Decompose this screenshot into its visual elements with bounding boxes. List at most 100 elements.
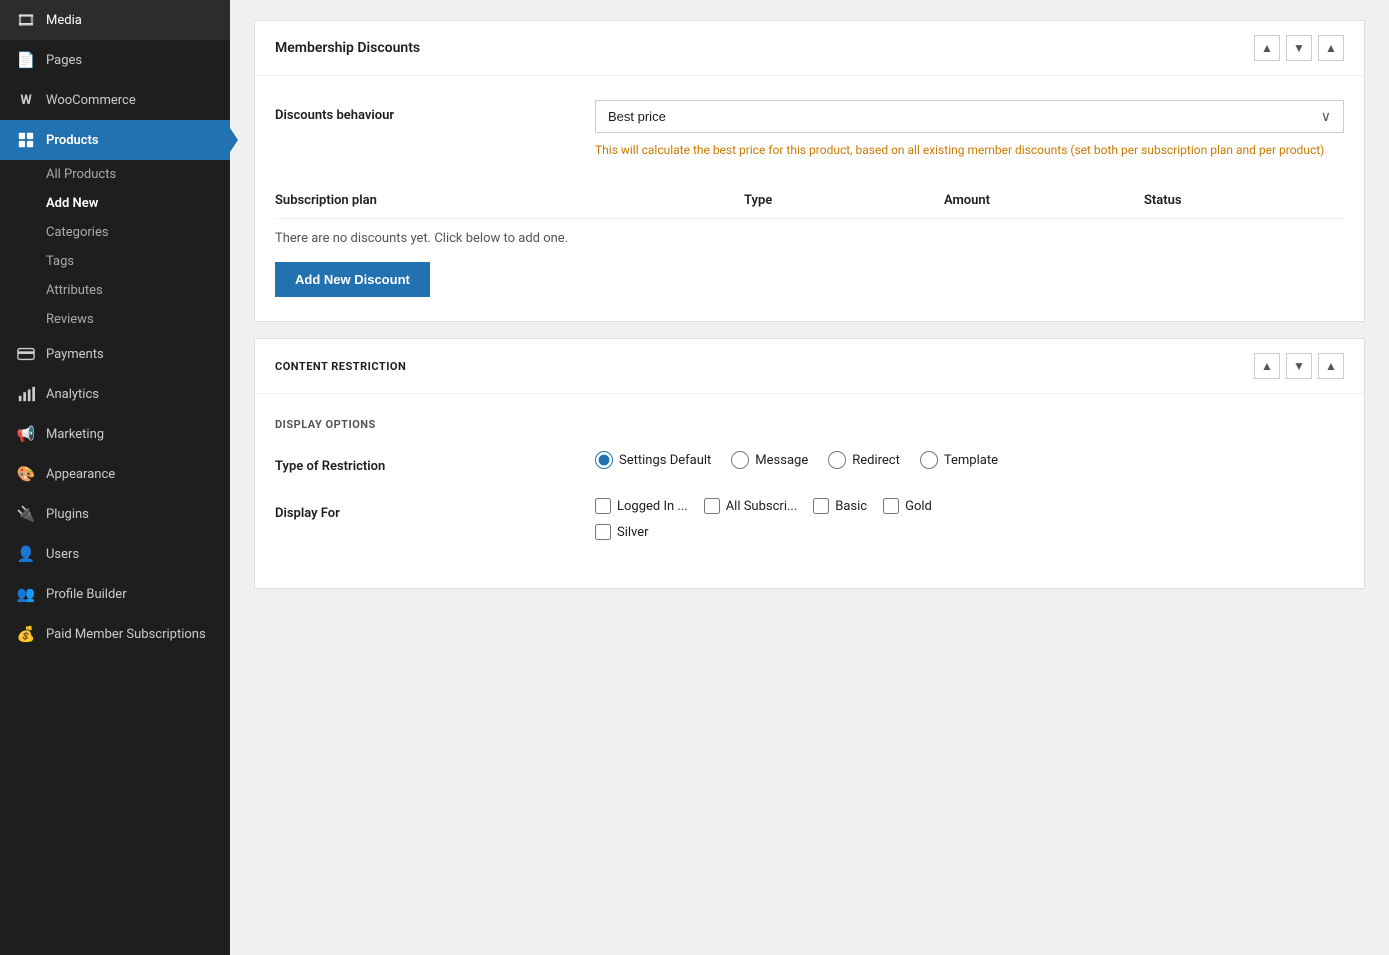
- sidebar-item-analytics[interactable]: Analytics: [0, 374, 230, 414]
- radio-template[interactable]: Template: [920, 451, 998, 469]
- sidebar-item-pages-label: Pages: [46, 53, 82, 68]
- checkbox-logged-in-input[interactable]: [595, 498, 611, 514]
- sidebar-item-marketing[interactable]: 📢 Marketing: [0, 414, 230, 454]
- membership-discounts-header: Membership Discounts ▲ ▼ ▲: [255, 21, 1364, 76]
- no-discounts-text: There are no discounts yet. Click below …: [275, 231, 1344, 246]
- cr-panel-collapse-button[interactable]: ▲: [1318, 353, 1344, 379]
- products-icon: [16, 130, 36, 150]
- discounts-behaviour-select-wrapper: Best price Lowest discount Highest disco…: [595, 100, 1344, 133]
- paid-member-subscriptions-icon: 💰: [16, 624, 36, 644]
- display-for-row: Display For Logged In ... All Subscri...: [275, 498, 1344, 540]
- sidebar-item-plugins[interactable]: 🔌 Plugins: [0, 494, 230, 534]
- radio-settings-default-label: Settings Default: [619, 453, 711, 468]
- cr-panel-move-down-button[interactable]: ▼: [1286, 353, 1312, 379]
- submenu-add-new[interactable]: Add New: [0, 189, 230, 218]
- sidebar-item-payments-label: Payments: [46, 347, 104, 362]
- radio-message-input[interactable]: [731, 451, 749, 469]
- sidebar-item-woocommerce-label: WooCommerce: [46, 93, 136, 108]
- sidebar-item-users[interactable]: 👤 Users: [0, 534, 230, 574]
- discounts-behaviour-row: Discounts behaviour Best price Lowest di…: [275, 100, 1344, 159]
- radio-redirect[interactable]: Redirect: [828, 451, 900, 469]
- checkbox-all-subscri[interactable]: All Subscri...: [704, 498, 798, 514]
- sidebar-item-products-label: Products: [46, 133, 99, 148]
- checkbox-logged-in-label: Logged In ...: [617, 499, 688, 514]
- submenu-attributes[interactable]: Attributes: [0, 276, 230, 305]
- sidebar-item-payments[interactable]: Payments: [0, 334, 230, 374]
- sidebar-item-appearance-label: Appearance: [46, 467, 115, 482]
- radio-message[interactable]: Message: [731, 451, 808, 469]
- sidebar-item-paid-member-subscriptions[interactable]: 💰 Paid Member Subscriptions: [0, 614, 230, 654]
- type-of-restriction-row: Type of Restriction Settings Default Mes…: [275, 451, 1344, 474]
- col-amount: Amount: [944, 193, 1144, 208]
- membership-discounts-title: Membership Discounts: [275, 40, 420, 56]
- checkbox-gold-label: Gold: [905, 499, 932, 514]
- sidebar-item-woocommerce[interactable]: W WooCommerce: [0, 80, 230, 120]
- discounts-behaviour-select[interactable]: Best price Lowest discount Highest disco…: [596, 101, 1343, 132]
- checkbox-basic[interactable]: Basic: [813, 498, 867, 514]
- payments-icon: [16, 344, 36, 364]
- users-icon: 👤: [16, 544, 36, 564]
- checkbox-silver-label: Silver: [617, 525, 649, 540]
- sidebar-item-profile-builder[interactable]: 👥 Profile Builder: [0, 574, 230, 614]
- products-submenu: All Products Add New Categories Tags Att…: [0, 160, 230, 334]
- sidebar-item-analytics-label: Analytics: [46, 387, 99, 402]
- main-content: Membership Discounts ▲ ▼ ▲ Discounts beh…: [230, 0, 1389, 955]
- panel-controls: ▲ ▼ ▲: [1254, 35, 1344, 61]
- content-restriction-panel: CONTENT RESTRICTION ▲ ▼ ▲ DISPLAY OPTION…: [254, 338, 1365, 589]
- panel-collapse-button[interactable]: ▲: [1318, 35, 1344, 61]
- analytics-icon: [16, 384, 36, 404]
- panel-move-down-button[interactable]: ▼: [1286, 35, 1312, 61]
- plugins-icon: 🔌: [16, 504, 36, 524]
- restriction-options: Settings Default Message Redirect T: [595, 451, 1344, 469]
- checkbox-silver[interactable]: Silver: [595, 524, 649, 540]
- appearance-icon: 🎨: [16, 464, 36, 484]
- add-new-discount-button[interactable]: Add New Discount: [275, 262, 430, 297]
- sidebar-item-media[interactable]: 🎞 Media: [0, 0, 230, 40]
- radio-redirect-input[interactable]: [828, 451, 846, 469]
- checkbox-group-row2: Silver: [595, 524, 1344, 540]
- sidebar: 🎞 Media 📄 Pages W WooCommerce Products A…: [0, 0, 230, 955]
- pages-icon: 📄: [16, 50, 36, 70]
- checkbox-gold-input[interactable]: [883, 498, 899, 514]
- display-for-label: Display For: [275, 498, 575, 521]
- woocommerce-icon: W: [16, 90, 36, 110]
- checkbox-basic-input[interactable]: [813, 498, 829, 514]
- display-options-label: DISPLAY OPTIONS: [275, 418, 1344, 431]
- radio-settings-default-input[interactable]: [595, 451, 613, 469]
- radio-group: Settings Default Message Redirect T: [595, 451, 1344, 469]
- col-status: Status: [1144, 193, 1344, 208]
- sidebar-item-plugins-label: Plugins: [46, 507, 89, 522]
- cr-panel-move-up-button[interactable]: ▲: [1254, 353, 1280, 379]
- submenu-reviews[interactable]: Reviews: [0, 305, 230, 334]
- sidebar-item-paid-member-subscriptions-label: Paid Member Subscriptions: [46, 627, 206, 642]
- marketing-icon: 📢: [16, 424, 36, 444]
- type-of-restriction-label: Type of Restriction: [275, 451, 575, 474]
- content-restriction-title: CONTENT RESTRICTION: [275, 360, 406, 373]
- radio-settings-default[interactable]: Settings Default: [595, 451, 711, 469]
- radio-redirect-label: Redirect: [852, 453, 900, 468]
- checkbox-gold[interactable]: Gold: [883, 498, 932, 514]
- content-restriction-body: DISPLAY OPTIONS Type of Restriction Sett…: [255, 394, 1364, 588]
- radio-template-input[interactable]: [920, 451, 938, 469]
- discounts-behaviour-control: Best price Lowest discount Highest disco…: [595, 100, 1344, 159]
- sidebar-item-products[interactable]: Products: [0, 120, 230, 160]
- discounts-behaviour-label: Discounts behaviour: [275, 100, 575, 123]
- sidebar-item-profile-builder-label: Profile Builder: [46, 587, 127, 602]
- sidebar-item-pages[interactable]: 📄 Pages: [0, 40, 230, 80]
- checkbox-logged-in[interactable]: Logged In ...: [595, 498, 688, 514]
- sidebar-item-media-label: Media: [46, 13, 82, 28]
- submenu-tags[interactable]: Tags: [0, 247, 230, 276]
- checkbox-all-subscri-input[interactable]: [704, 498, 720, 514]
- content-restriction-panel-controls: ▲ ▼ ▲: [1254, 353, 1344, 379]
- submenu-categories[interactable]: Categories: [0, 218, 230, 247]
- sidebar-item-marketing-label: Marketing: [46, 427, 104, 442]
- membership-discounts-panel: Membership Discounts ▲ ▼ ▲ Discounts beh…: [254, 20, 1365, 322]
- media-icon: 🎞: [16, 10, 36, 30]
- sidebar-item-appearance[interactable]: 🎨 Appearance: [0, 454, 230, 494]
- radio-message-label: Message: [755, 453, 808, 468]
- checkbox-group-row1: Logged In ... All Subscri... Basic: [595, 498, 1344, 514]
- checkbox-silver-input[interactable]: [595, 524, 611, 540]
- panel-move-up-button[interactable]: ▲: [1254, 35, 1280, 61]
- submenu-all-products[interactable]: All Products: [0, 160, 230, 189]
- col-subscription-plan: Subscription plan: [275, 193, 744, 208]
